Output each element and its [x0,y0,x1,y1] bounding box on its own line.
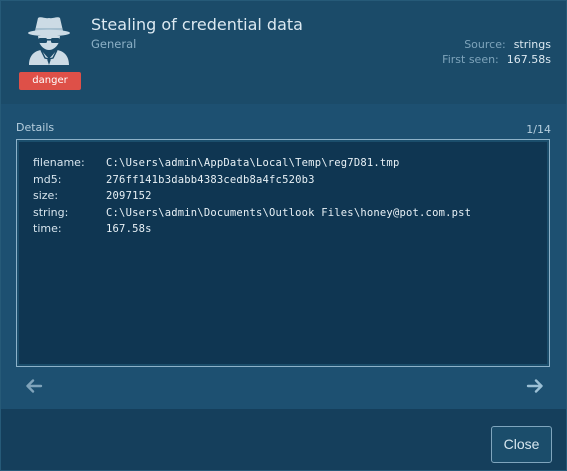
arrow-right-icon[interactable] [526,379,544,393]
dialog-header: danger Stealing of credential data Gener… [1,1,566,104]
detail-key: string: [33,205,69,219]
details-section: Details 1/14 filename: C:\Users\admin\Ap… [1,104,566,409]
detail-key: size: [33,189,59,202]
signature-category: General [91,37,137,51]
arrow-left-icon[interactable] [25,379,43,393]
source-label: Source: [464,38,506,51]
details-counter: 1/14 [526,123,551,136]
dialog-footer: Close [1,409,566,470]
first-seen-value: 167.58s [506,53,551,66]
first-seen-info: First seen: 167.58s [442,53,551,66]
detail-value: C:\Users\admin\AppData\Local\Temp\reg7D8… [106,157,400,169]
detail-value: 276ff141b3dabb4383cedb8a4fc520b3 [106,173,315,186]
detail-key: md5: [33,172,62,186]
detail-key: time: [33,222,62,235]
detail-key: filename: [33,156,85,169]
spy-icon [28,17,70,65]
first-seen-label: First seen: [442,53,499,66]
detail-value: 167.58s [106,223,152,235]
severity-badge: danger [19,72,81,90]
signature-dialog: danger Stealing of credential data Gener… [0,0,567,471]
detail-value: 2097152 [106,190,152,202]
details-panel[interactable]: filename: C:\Users\admin\AppData\Local\T… [16,139,550,367]
source-info: Source: strings [464,38,551,51]
detail-value: C:\Users\admin\Documents\Outlook Files\h… [106,206,472,219]
signature-title: Stealing of credential data [91,15,303,34]
source-value: strings [513,38,551,51]
close-button[interactable]: Close [491,426,552,463]
details-label: Details [16,121,55,134]
